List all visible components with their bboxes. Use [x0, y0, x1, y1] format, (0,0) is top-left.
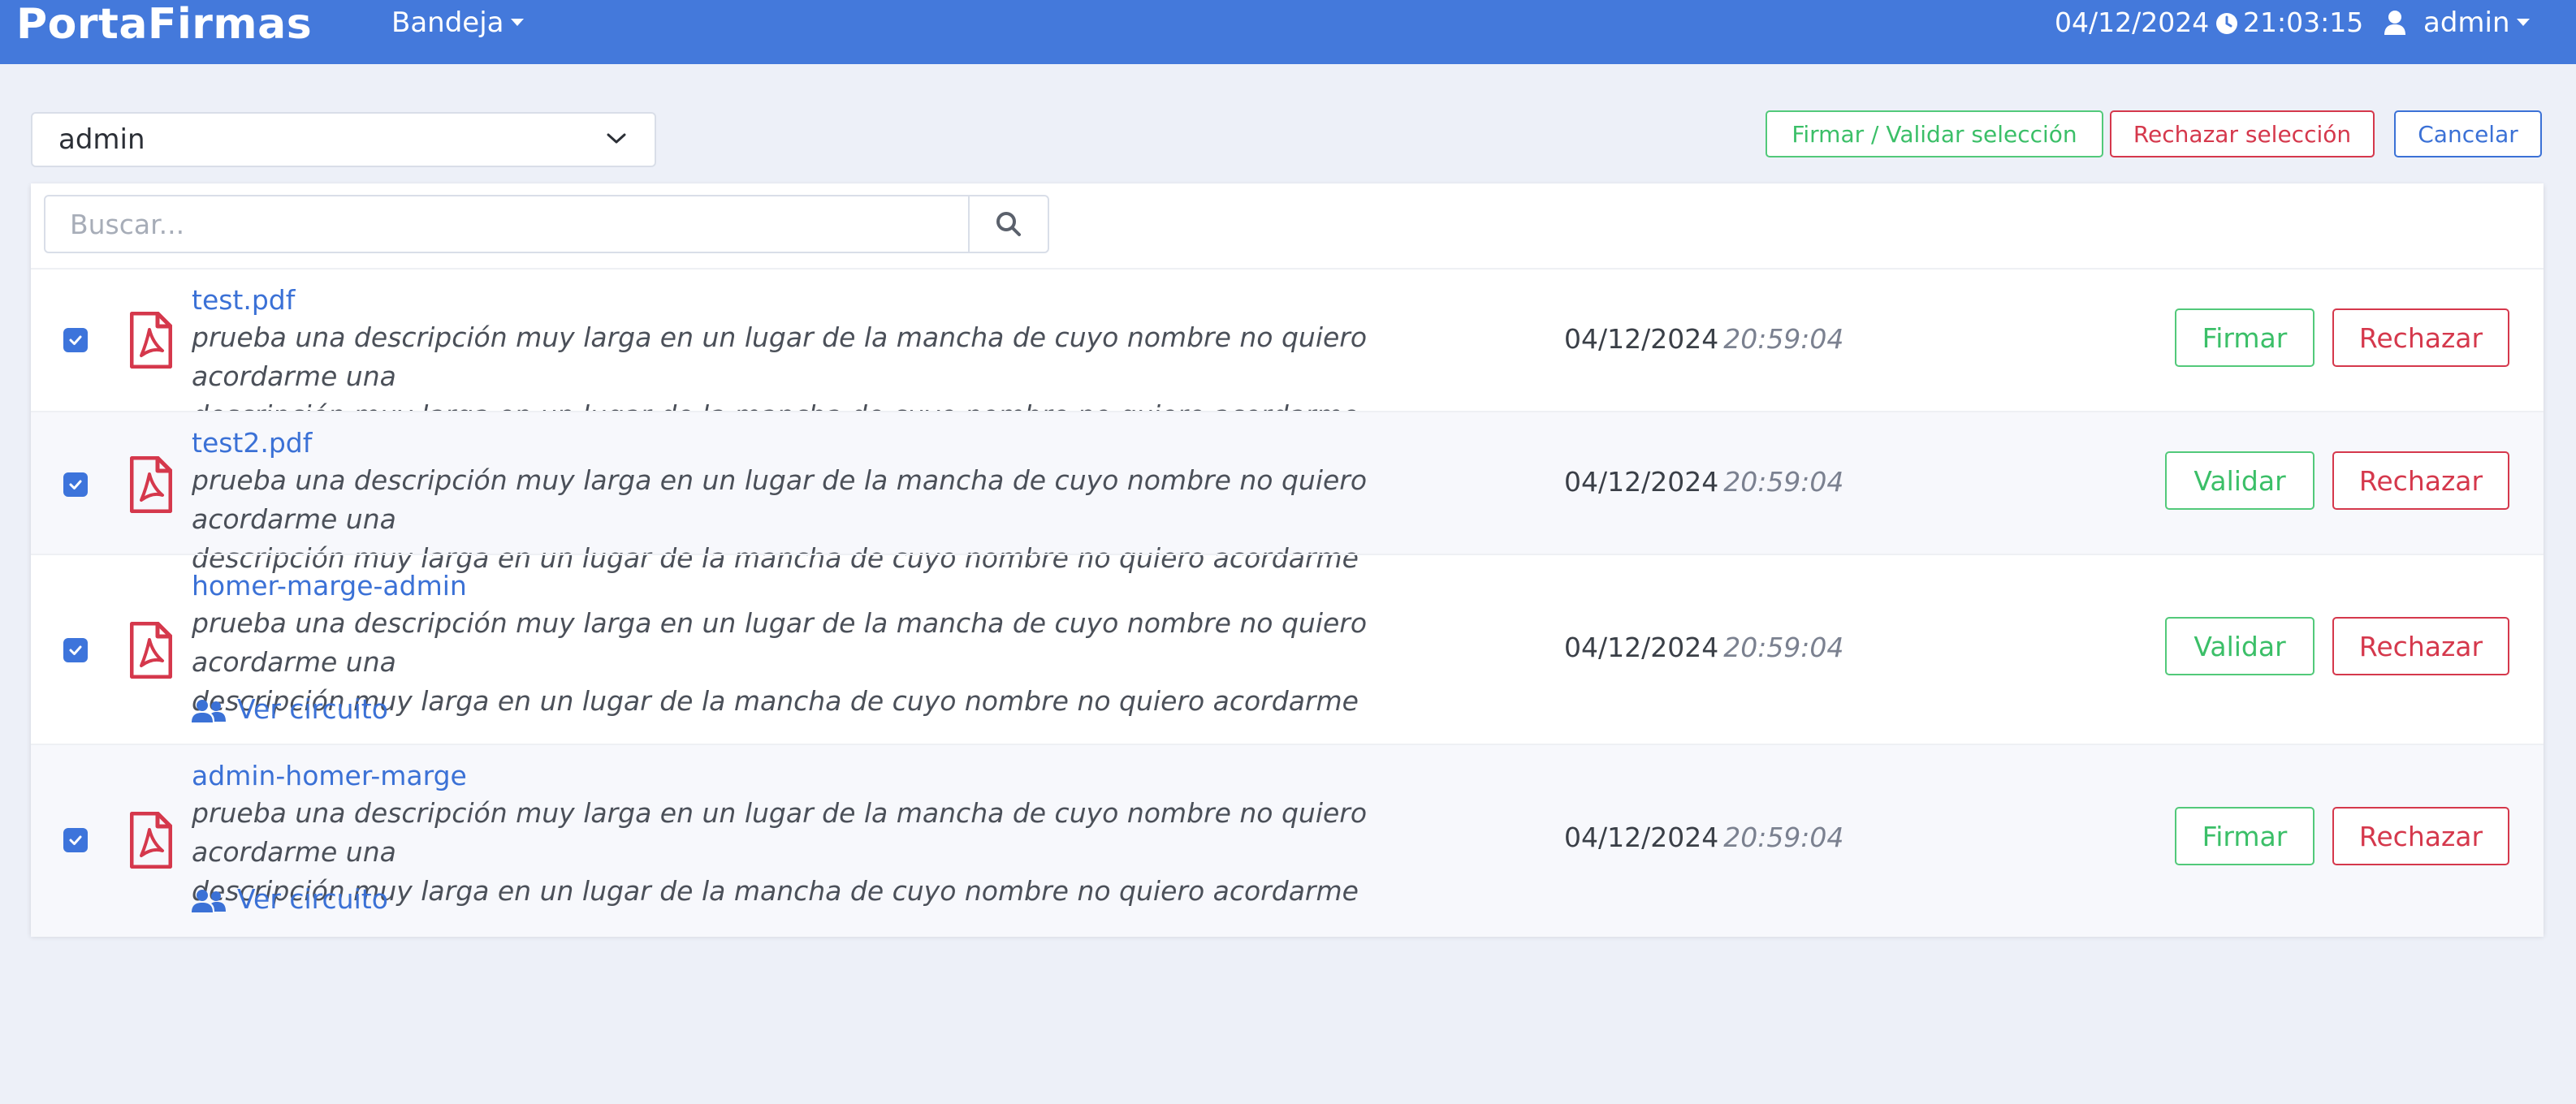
pdf-file-icon: [130, 622, 172, 679]
search-button[interactable]: [968, 196, 1048, 252]
view-circuit-label: Ver circuito: [237, 883, 388, 915]
document-time: 20:59:04: [1723, 822, 1844, 853]
row-checkbox[interactable]: [63, 472, 88, 497]
row-checkbox[interactable]: [63, 828, 88, 852]
document-name-link[interactable]: test2.pdf: [192, 425, 312, 461]
nav-menu-bandeja[interactable]: Bandeja: [391, 5, 524, 41]
reject-selection-button[interactable]: Rechazar selección: [2110, 110, 2375, 157]
brand-logo[interactable]: PortaFirmas: [16, 0, 312, 54]
checkmark-icon: [69, 645, 82, 655]
search-input[interactable]: [45, 196, 968, 252]
document-date: 04/12/2024: [1564, 466, 1719, 498]
checkmark-icon: [69, 835, 82, 845]
row-checkbox[interactable]: [63, 638, 88, 662]
document-name-link[interactable]: admin-homer-marge: [192, 758, 467, 794]
view-circuit-link[interactable]: Ver circuito: [192, 882, 388, 917]
document-datetime: 04/12/2024 20:59:04: [1564, 820, 1843, 856]
view-circuit-link[interactable]: Ver circuito: [192, 692, 388, 727]
sign-validate-selection-button[interactable]: Firmar / Validar selección: [1766, 110, 2103, 157]
clock-icon: [2216, 13, 2237, 34]
document-date: 04/12/2024: [1564, 632, 1719, 663]
document-row: test2.pdf prueba una descripción muy lar…: [31, 411, 2544, 574]
document-date: 04/12/2024: [1564, 323, 1719, 355]
description-line: prueba una descripción muy larga en un l…: [192, 607, 1368, 678]
current-time-wrap: 21:03:15: [2215, 5, 2363, 41]
user-menu[interactable]: admin: [2384, 5, 2530, 41]
current-time: 21:03:15: [2243, 6, 2364, 38]
pdf-file-icon: [130, 456, 172, 513]
users-icon: [192, 890, 226, 912]
pdf-file-icon: [130, 812, 172, 869]
document-name-link[interactable]: test.pdf: [192, 282, 295, 318]
document-list-card: test.pdf prueba una descripción muy larg…: [31, 183, 2544, 937]
description-line: prueba una descripción muy larga en un l…: [192, 797, 1368, 868]
document-time: 20:59:04: [1723, 466, 1844, 498]
validate-button[interactable]: Validar: [2165, 451, 2315, 510]
search-icon: [996, 212, 1021, 236]
row-checkbox[interactable]: [63, 328, 88, 352]
document-datetime: 04/12/2024 20:59:04: [1564, 630, 1843, 666]
document-time: 20:59:04: [1723, 323, 1844, 355]
document-datetime: 04/12/2024 20:59:04: [1564, 464, 1843, 500]
view-circuit-label: Ver circuito: [237, 693, 388, 725]
sign-button[interactable]: Firmar: [2175, 807, 2315, 865]
user-menu-label: admin: [2423, 6, 2510, 39]
document-name-link[interactable]: homer-marge-admin: [192, 568, 467, 604]
reject-button[interactable]: Rechazar: [2332, 451, 2509, 510]
search-bar: [44, 195, 1049, 253]
description-line: prueba una descripción muy larga en un l…: [192, 464, 1368, 535]
chevron-down-icon: [607, 133, 626, 144]
document-row: admin-homer-marge prueba una descripción…: [31, 744, 2544, 937]
user-icon: [2384, 11, 2405, 35]
sign-button[interactable]: Firmar: [2175, 308, 2315, 367]
nav-menu-label: Bandeja: [391, 6, 504, 39]
document-time: 20:59:04: [1723, 632, 1844, 663]
description-line: prueba una descripción muy larga en un l…: [192, 321, 1368, 392]
top-navbar: PortaFirmas Bandeja 04/12/2024 21:03:15 …: [0, 0, 2576, 64]
reject-button[interactable]: Rechazar: [2332, 308, 2509, 367]
reject-button[interactable]: Rechazar: [2332, 807, 2509, 865]
validate-button[interactable]: Validar: [2165, 617, 2315, 675]
document-datetime: 04/12/2024 20:59:04: [1564, 321, 1843, 357]
pdf-file-icon: [130, 312, 172, 369]
document-date: 04/12/2024: [1564, 822, 1719, 853]
checkmark-icon: [69, 335, 82, 345]
caret-down-icon: [510, 19, 524, 26]
document-row: homer-marge-admin prueba una descripción…: [31, 554, 2544, 745]
checkmark-icon: [69, 480, 82, 489]
user-select-dropdown[interactable]: admin: [31, 112, 656, 167]
current-date: 04/12/2024: [2055, 6, 2210, 38]
cancel-button[interactable]: Cancelar: [2394, 110, 2542, 157]
users-icon: [192, 700, 226, 722]
reject-button[interactable]: Rechazar: [2332, 617, 2509, 675]
caret-down-icon: [2516, 19, 2530, 26]
document-row: test.pdf prueba una descripción muy larg…: [31, 268, 2544, 431]
user-select-value: admin: [58, 123, 145, 156]
